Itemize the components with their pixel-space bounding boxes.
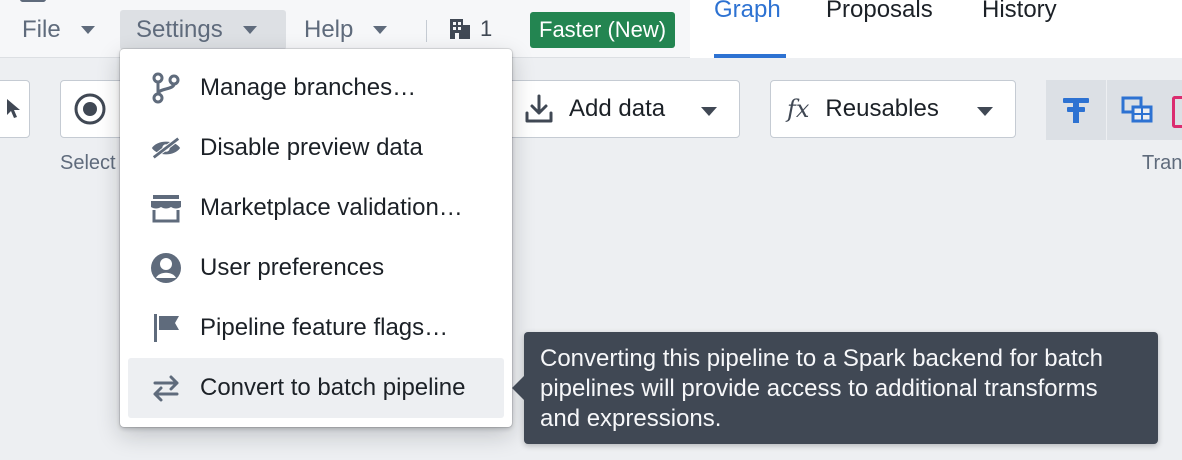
pipeline-title-fragment (14, 0, 614, 4)
tab-history[interactable]: History (982, 0, 1057, 58)
file-menu-button[interactable]: File (6, 10, 111, 50)
file-menu-label: File (22, 16, 61, 43)
caret-down-icon (701, 107, 717, 116)
menu-item-label: Manage branches… (200, 74, 417, 101)
add-data-button[interactable]: Add data (506, 80, 740, 138)
menu-item-manage-branches[interactable]: Manage branches… (128, 58, 504, 118)
menu-item-label: Disable preview data (200, 134, 423, 161)
menu-item-marketplace-validation[interactable]: Marketplace validation… (128, 178, 504, 238)
menubar-divider (426, 20, 427, 42)
menu-item-pipeline-feature-flags[interactable]: Pipeline feature flags… (128, 298, 504, 358)
menu-item-user-preferences[interactable]: User preferences (128, 238, 504, 298)
transform-pink-button[interactable] (1166, 80, 1182, 140)
faster-new-badge[interactable]: Faster (New) (530, 12, 676, 48)
menu-item-label: User preferences (200, 254, 385, 281)
user-icon (150, 252, 182, 284)
column-layout-icon (1063, 98, 1089, 123)
shop-icon (150, 192, 182, 224)
settings-dropdown-menu: Manage branches… Disable preview data Ma… (120, 49, 512, 427)
convert-batch-tooltip: Converting this pipeline to a Spark back… (512, 332, 1158, 444)
reusables-button[interactable]: fx Reusables (770, 80, 1016, 138)
flag-icon (150, 312, 182, 344)
join-table-icon (1121, 96, 1152, 123)
settings-menu-label: Settings (136, 16, 223, 43)
office-building-icon (450, 19, 470, 39)
tab-history-label: History (982, 0, 1057, 23)
organization-count[interactable]: 1 (448, 16, 492, 42)
tab-proposals-label: Proposals (826, 0, 933, 23)
tab-proposals[interactable]: Proposals (826, 0, 933, 58)
help-menu-button[interactable]: Help (288, 10, 403, 50)
select-tool-label: Select (60, 152, 116, 174)
organization-count-value: 1 (480, 16, 493, 41)
menu-item-label: Pipeline feature flags… (200, 314, 449, 341)
radio-target-icon (74, 93, 106, 125)
transform-table-button[interactable] (1106, 80, 1166, 140)
cursor-icon (7, 99, 20, 118)
tab-graph[interactable]: Graph (714, 0, 786, 58)
eye-off-icon (150, 132, 182, 164)
caret-down-icon (977, 107, 993, 116)
menu-item-disable-preview-data[interactable]: Disable preview data (128, 118, 504, 178)
pipeline-icon (20, 0, 46, 2)
caret-down-icon (242, 26, 257, 34)
menu-item-label: Convert to batch pipeline (200, 374, 466, 401)
menu-item-label: Marketplace validation… (200, 194, 463, 221)
tab-graph-label: Graph (714, 0, 781, 23)
function-fx-icon: fx (787, 95, 810, 123)
help-menu-label: Help (304, 16, 354, 43)
settings-menu-button[interactable]: Settings (120, 10, 286, 50)
reusables-label: Reusables (825, 95, 939, 122)
transforms-label: Tran (1142, 152, 1182, 174)
transform-buttons-group (1046, 80, 1182, 140)
caret-down-icon (373, 26, 388, 34)
caret-down-icon (80, 26, 95, 34)
transform-filter-button[interactable] (1046, 80, 1106, 140)
menu-item-convert-to-batch-pipeline[interactable]: Convert to batch pipeline (128, 358, 504, 418)
add-data-label: Add data (569, 95, 666, 122)
pointer-tool-button[interactable] (0, 80, 30, 138)
download-icon (525, 94, 553, 123)
git-branch-icon (150, 72, 182, 104)
swap-horizontal-icon (150, 372, 182, 404)
view-tabs: Graph Proposals History (690, 0, 1182, 58)
